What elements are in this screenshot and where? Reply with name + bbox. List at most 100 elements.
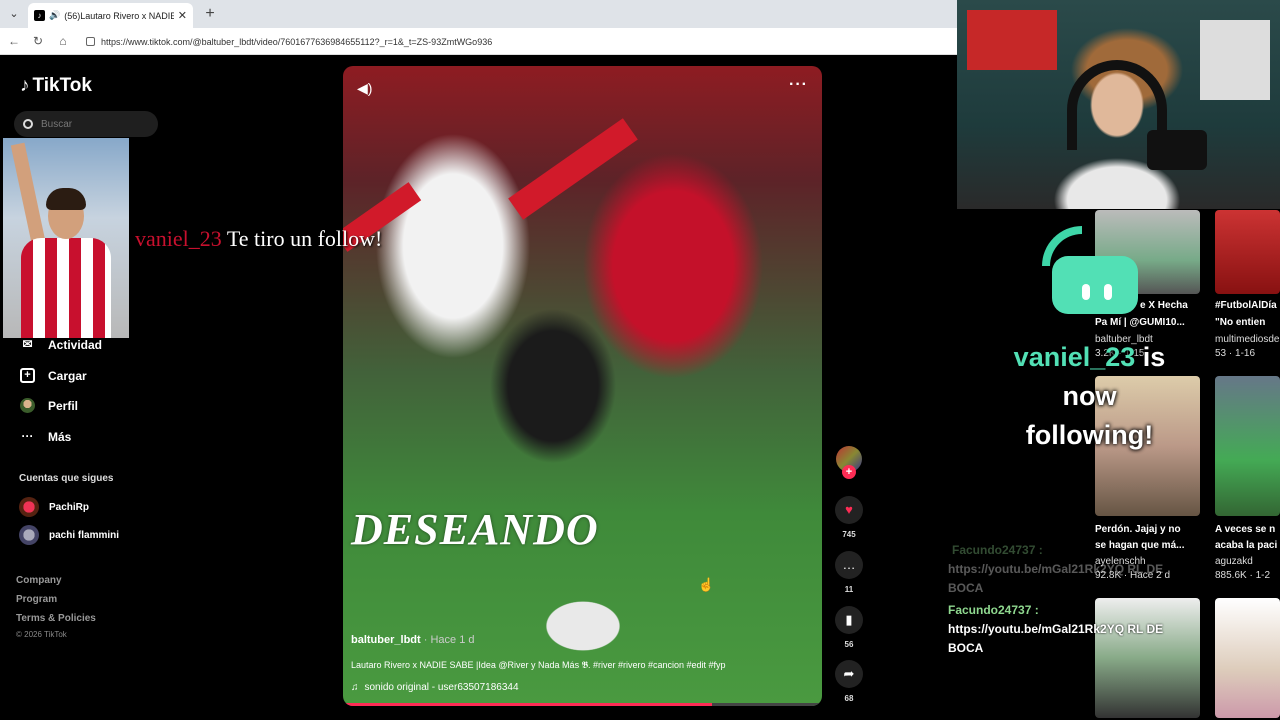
music-note-icon: ♫ xyxy=(351,682,359,693)
following-name: pachi flammini xyxy=(49,529,120,541)
sidebar-item-actividad[interactable]: ✉ Actividad xyxy=(20,337,102,352)
video-author[interactable]: baltuber_lbdt · Hace 1 d xyxy=(351,634,474,646)
sidebar-item-label: Más xyxy=(48,429,72,444)
tab-close-icon[interactable]: ✕ xyxy=(178,9,187,22)
feed-stats: 885.6K · 1-2 xyxy=(1215,570,1271,581)
sidebar-item-perfil[interactable]: Perfil xyxy=(20,398,78,413)
bot-mascot-icon xyxy=(1036,222,1146,322)
site-info-icon[interactable] xyxy=(86,37,95,46)
heart-icon: ♥ xyxy=(835,496,863,524)
browser-tab[interactable]: ♪ 🔊 (56)Lautaro Rivero x NADIE SABE ✕ xyxy=(28,3,193,28)
share-count: 68 xyxy=(844,694,854,703)
video-sound[interactable]: ♫ sonido original - user63507186344 xyxy=(351,682,519,693)
webcam-feed xyxy=(957,0,1280,209)
video-overlay-text: DESEANDO xyxy=(351,505,599,554)
url-text: https://www.tiktok.com/@baltuber_lbdt/vi… xyxy=(101,36,493,47)
alert-username: vaniel_23 xyxy=(135,226,222,251)
video-progress-bar[interactable] xyxy=(343,703,822,706)
chat-message: Facundo24737 : https://youtu.be/mGal21Rk… xyxy=(948,541,1198,598)
home-icon[interactable]: ⌂ xyxy=(55,33,71,49)
bot-eye xyxy=(1104,284,1112,300)
save-button[interactable]: ▮ 56 xyxy=(833,606,865,649)
profile-avatar-icon xyxy=(20,398,35,413)
footer-link-program[interactable]: Program xyxy=(16,594,57,605)
microphone xyxy=(1147,130,1207,170)
footer-link-company[interactable]: Company xyxy=(16,575,62,586)
chat-username: Facundo24737 : xyxy=(952,543,1043,557)
feed-thumbnail[interactable] xyxy=(1215,598,1280,718)
chat-text: https://youtu.be/mGal21Rk2YQ RL DE BOCA xyxy=(948,622,1164,655)
tab-title: (56)Lautaro Rivero x NADIE SABE xyxy=(64,10,174,21)
follow-text: now xyxy=(1062,381,1117,411)
alert-message: Te tiro un follow! xyxy=(226,226,383,251)
url-field[interactable]: https://www.tiktok.com/@baltuber_lbdt/vi… xyxy=(82,32,952,51)
alert-figure-arm xyxy=(10,142,46,244)
following-item[interactable]: PachiRp xyxy=(19,497,89,517)
follow-alert-text: vaniel_23 Te tiro un follow! xyxy=(135,226,382,252)
wall-jersey xyxy=(1200,20,1270,100)
following-title: Cuentas que sigues xyxy=(19,473,114,484)
sidebar-item-label: Cargar xyxy=(48,368,87,383)
feed-title[interactable]: Perdón. Jajaj y no xyxy=(1095,524,1181,535)
video-player[interactable]: ◀) ··· DESEANDO baltuber_lbdt · Hace 1 d… xyxy=(343,66,822,706)
chat-username: Facundo24737 : xyxy=(948,603,1039,617)
tiktok-page: ♪ TikTok Buscar ✉ Actividad + Cargar Per… xyxy=(3,56,957,718)
reload-icon[interactable]: ↻ xyxy=(30,33,46,49)
follow-alert-image xyxy=(3,138,129,338)
back-icon[interactable]: ← xyxy=(6,33,22,49)
volume-icon[interactable]: ◀) xyxy=(357,80,372,97)
feed-title[interactable]: #FutbolAlDía xyxy=(1215,300,1277,311)
wall-jersey xyxy=(967,10,1057,70)
post-time: · Hace 1 d xyxy=(423,634,475,646)
search-input[interactable]: Buscar xyxy=(14,111,158,137)
like-button[interactable]: ♥ 745 xyxy=(833,496,865,539)
notification-icon: ✉ xyxy=(22,337,33,351)
feed-user[interactable]: aguzakd xyxy=(1215,556,1253,567)
feed-thumbnail[interactable] xyxy=(1215,376,1280,516)
alert-figure-hair xyxy=(46,188,86,210)
sidebar-item-label: Actividad xyxy=(48,337,103,352)
tiktok-logo[interactable]: ♪ TikTok xyxy=(20,75,92,97)
following-name: PachiRp xyxy=(49,501,90,513)
follow-username: vaniel_23 xyxy=(1013,342,1136,372)
logo-text: TikTok xyxy=(32,75,92,96)
new-tab-button[interactable]: + xyxy=(200,4,220,24)
bookmark-icon: ▮ xyxy=(835,606,863,634)
feed-user[interactable]: multimediosde xyxy=(1215,334,1279,345)
comment-count: 11 xyxy=(844,585,854,594)
feed-title[interactable]: "No entien xyxy=(1215,317,1265,328)
feed-title[interactable]: acaba la paci xyxy=(1215,540,1277,551)
copyright: © 2026 TikTok xyxy=(16,630,67,639)
tiktok-note-icon: ♪ xyxy=(20,75,30,96)
screen: ⌄ ♪ 🔊 (56)Lautaro Rivero x NADIE SABE ✕ … xyxy=(0,0,1280,720)
more-options-icon[interactable]: ··· xyxy=(789,76,808,94)
share-icon: ➦ xyxy=(835,660,863,688)
search-placeholder: Buscar xyxy=(41,118,73,130)
footer-link-terms[interactable]: Terms & Policies xyxy=(16,613,96,624)
address-bar: ← ↻ ⌂ https://www.tiktok.com/@baltuber_l… xyxy=(0,28,957,55)
avatar xyxy=(19,497,39,517)
following-item[interactable]: pachi flammini xyxy=(19,525,119,545)
sidebar-item-mas[interactable]: ··· Más xyxy=(20,429,72,444)
chat-message: Facundo24737 : https://youtu.be/mGal21Rk… xyxy=(948,601,1198,658)
follow-plus-icon[interactable]: + xyxy=(842,465,856,479)
mouse-pointer-icon: ☝ xyxy=(698,577,715,592)
comment-button[interactable]: … 11 xyxy=(833,551,865,594)
feed-title[interactable]: A veces se n xyxy=(1215,524,1275,535)
bot-eye xyxy=(1082,284,1090,300)
upload-icon: + xyxy=(20,368,35,383)
tiktok-favicon-icon: ♪ xyxy=(34,10,45,21)
feed-thumbnail[interactable] xyxy=(1215,210,1280,294)
feed-title[interactable]: e X Hecha xyxy=(1140,300,1188,311)
search-icon xyxy=(23,119,33,129)
comment-icon: … xyxy=(835,551,863,579)
browser-tab-bar: ⌄ ♪ 🔊 (56)Lautaro Rivero x NADIE SABE ✕ … xyxy=(0,0,957,28)
sidebar-item-cargar[interactable]: + Cargar xyxy=(20,368,87,383)
like-count: 745 xyxy=(842,530,856,539)
bot-face xyxy=(1052,256,1138,314)
chat-text: https://youtu.be/mGal21Rk2YQ RL DE BOCA xyxy=(948,562,1164,595)
now-following-alert: vaniel_23 is now following! xyxy=(1002,338,1177,455)
sound-name: sonido original - user63507186344 xyxy=(364,682,519,693)
share-button[interactable]: ➦ 68 xyxy=(833,660,865,703)
tab-list-dropdown-icon[interactable]: ⌄ xyxy=(4,4,24,24)
